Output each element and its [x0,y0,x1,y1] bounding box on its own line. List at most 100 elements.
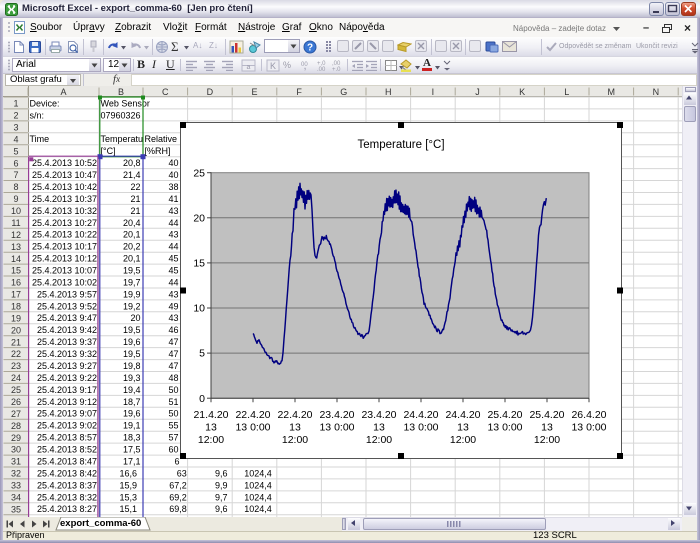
svg-text:69,8: 69,8 [169,504,187,514]
svg-text:s/n:: s/n: [30,110,45,120]
svg-text:15,9: 15,9 [119,480,137,490]
svg-text:19,7: 19,7 [123,277,141,287]
svg-text:19,4: 19,4 [123,385,141,395]
svg-text:44: 44 [168,277,178,287]
svg-text:13: 13 [11,242,21,252]
svg-text:M: M [608,87,616,97]
svg-text:12:00: 12:00 [282,434,308,446]
svg-text:19,8: 19,8 [123,361,141,371]
svg-text:31: 31 [11,457,21,467]
svg-text:[%RH]: [%RH] [145,146,171,156]
svg-text:9,7: 9,7 [215,492,228,502]
svg-text:23: 23 [11,361,21,371]
svg-text:25.4.2013 8:47: 25.4.2013 8:47 [37,456,97,466]
svg-text:13 0:00: 13 0:00 [403,422,438,434]
svg-text:25.4.2013 9:22: 25.4.2013 9:22 [37,373,97,383]
svg-text:Device:: Device: [30,98,60,108]
svg-text:23.4.20: 23.4.20 [319,409,354,421]
svg-text:19,5: 19,5 [123,266,141,276]
svg-text:20,1: 20,1 [123,254,141,264]
svg-text:14: 14 [11,254,21,264]
svg-text:35: 35 [11,504,21,514]
svg-text:20,2: 20,2 [123,242,141,252]
svg-text:21: 21 [130,206,140,216]
svg-text:25.4.2013 9:12: 25.4.2013 9:12 [37,397,97,407]
svg-text:40: 40 [168,158,178,168]
svg-text:9,6: 9,6 [215,504,228,514]
svg-text:25.4.2013 8:57: 25.4.2013 8:57 [37,433,97,443]
svg-text:25.4.2013 9:27: 25.4.2013 9:27 [37,361,97,371]
svg-text:25.4.2013 10:37: 25.4.2013 10:37 [32,194,97,204]
svg-text:D: D [207,87,214,97]
svg-text:25.4.2013 9:07: 25.4.2013 9:07 [37,409,97,419]
svg-text:L: L [564,87,569,97]
svg-text:24.4.20: 24.4.20 [403,409,438,421]
svg-text:19,5: 19,5 [123,325,141,335]
svg-text:47: 47 [168,337,178,347]
svg-text:25.4.2013 10:12: 25.4.2013 10:12 [32,254,97,264]
svg-text:18: 18 [11,302,21,312]
svg-text:8: 8 [13,182,18,192]
svg-text:50: 50 [168,409,178,419]
svg-text:63: 63 [177,468,187,478]
svg-text:18,3: 18,3 [123,433,141,443]
svg-text:25.4.2013 10:17: 25.4.2013 10:17 [32,242,97,252]
svg-text:00: 00 [301,62,308,68]
svg-text:16,6: 16,6 [119,468,137,478]
svg-text:25.4.2013 10:27: 25.4.2013 10:27 [32,218,97,228]
svg-text:45: 45 [168,266,178,276]
svg-text:2: 2 [13,111,18,121]
svg-text:4: 4 [13,134,18,144]
svg-text:10: 10 [193,303,205,315]
svg-text:11: 11 [11,218,20,228]
svg-text:B: B [118,87,124,97]
svg-text:45: 45 [168,254,178,264]
svg-text:21,4: 21,4 [123,170,141,180]
svg-text:32: 32 [11,469,21,479]
svg-text:7: 7 [13,170,18,180]
svg-text:+,0: +,0 [332,67,341,71]
svg-text:29: 29 [11,433,21,443]
svg-text:19: 19 [11,313,21,323]
svg-text:12: 12 [11,230,21,240]
svg-text:44: 44 [168,218,178,228]
svg-text:67,2: 67,2 [169,480,187,490]
svg-text:9,9: 9,9 [215,480,228,490]
svg-text:1024,4: 1024,4 [244,504,272,514]
svg-text:60: 60 [168,445,178,455]
svg-text:Temperature [°C]: Temperature [°C] [357,139,444,151]
svg-text:13 0:00: 13 0:00 [319,422,354,434]
svg-text:G: G [340,87,347,97]
svg-text:13: 13 [289,422,301,434]
svg-text:17,5: 17,5 [123,445,141,455]
svg-text:5: 5 [13,146,18,156]
svg-text:19,1: 19,1 [123,421,141,431]
svg-text:12:00: 12:00 [534,434,560,446]
svg-text:21: 21 [130,194,140,204]
svg-text:3: 3 [13,123,18,133]
svg-text:69,2: 69,2 [169,492,187,502]
svg-text:E: E [251,87,257,97]
svg-text:13 0:00: 13 0:00 [571,422,606,434]
svg-text:13: 13 [541,422,553,434]
svg-text:[°C]: [°C] [101,146,116,156]
svg-text:25.4.2013 10:52: 25.4.2013 10:52 [32,158,97,168]
svg-text:1024,4: 1024,4 [244,468,272,478]
svg-text:13 0:00: 13 0:00 [487,422,522,434]
svg-text:25.4.2013 10:02: 25.4.2013 10:02 [32,277,97,287]
svg-text:51: 51 [168,397,178,407]
svg-text:6: 6 [13,158,18,168]
svg-text:22.4.20: 22.4.20 [235,409,270,421]
svg-text:43: 43 [168,206,178,216]
svg-text:15,3: 15,3 [119,492,137,502]
svg-text:25.4.2013 8:52: 25.4.2013 8:52 [37,445,97,455]
svg-text:25.4.2013 10:47: 25.4.2013 10:47 [32,170,97,180]
svg-text:38: 38 [168,182,178,192]
svg-text:30: 30 [11,445,21,455]
svg-text:22.4.20: 22.4.20 [277,409,312,421]
svg-text:K: K [270,61,276,71]
svg-text:25.4.2013 9:42: 25.4.2013 9:42 [37,325,97,335]
svg-text:19,2: 19,2 [123,301,141,311]
svg-text:23.4.20: 23.4.20 [361,409,396,421]
svg-text:J: J [475,87,480,97]
